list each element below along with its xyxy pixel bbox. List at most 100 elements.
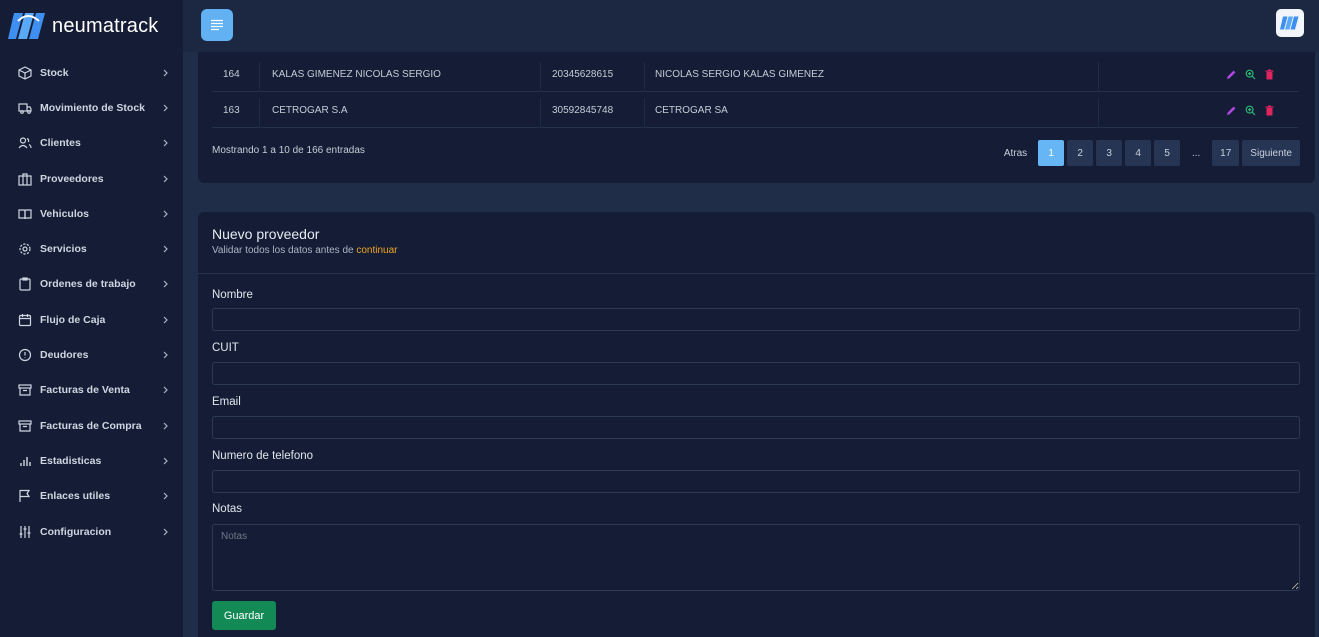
row-contact: CETROGAR SA	[655, 104, 728, 116]
flag-icon	[18, 489, 32, 503]
chevron-right-icon	[161, 280, 169, 288]
cell-divider	[1098, 98, 1099, 128]
chevron-right-icon	[161, 457, 169, 465]
chevron-right-icon	[161, 492, 169, 500]
save-button[interactable]: Guardar	[212, 601, 276, 630]
chevron-right-icon	[161, 386, 169, 394]
cell-divider	[259, 98, 260, 128]
pagination-next[interactable]: Siguiente	[1242, 140, 1300, 166]
sidebar-item-label: Enlaces utiles	[40, 490, 111, 503]
providers-table-card: 164 KALAS GIMENEZ NICOLAS SERGIO 2034562…	[198, 52, 1315, 183]
gear-icon	[18, 242, 32, 256]
row-cuit: 20345628615	[552, 68, 614, 80]
sidebar-item-label: Clientes	[40, 137, 81, 150]
notas-textarea[interactable]	[212, 524, 1300, 591]
sidebar-item-enlaces-utiles[interactable]: Enlaces utiles	[0, 479, 183, 514]
sidebar-item-flujo-de-caja[interactable]: Flujo de Caja	[0, 302, 183, 337]
sidebar-item-label: Facturas de Venta	[40, 384, 130, 397]
avatar[interactable]	[1276, 9, 1304, 37]
neumatrack-logo-icon	[8, 13, 45, 39]
sidebar-item-label: Movimiento de Stock	[40, 101, 146, 114]
sidebar-item-stock[interactable]: Stock	[0, 55, 183, 90]
menu-toggle-button[interactable]	[201, 9, 233, 41]
clipboard-icon	[18, 277, 32, 292]
cell-divider	[644, 62, 645, 92]
chevron-right-icon	[161, 422, 169, 430]
entries-info: Mostrando 1 a 10 de 166 entradas	[212, 145, 365, 156]
cuit-field[interactable]	[212, 362, 1300, 385]
telefono-field[interactable]	[212, 470, 1300, 493]
table-row: 164 KALAS GIMENEZ NICOLAS SERGIO 2034562…	[212, 56, 1298, 92]
pagination-page-4[interactable]: 4	[1125, 140, 1152, 166]
edit-icon[interactable]	[1226, 69, 1237, 80]
nombre-label: Nombre	[212, 289, 253, 301]
cell-divider	[1098, 62, 1099, 92]
chevron-right-icon	[161, 104, 169, 112]
sidebar-item-label: Stock	[40, 66, 69, 79]
form-divider	[198, 273, 1315, 274]
sidebar-item-estadisticas[interactable]: Estadisticas	[0, 443, 183, 478]
sidebar-item-label: Servicios	[40, 243, 87, 256]
email-field[interactable]	[212, 416, 1300, 439]
sidebar-item-deudores[interactable]: Deudores	[0, 337, 183, 372]
sidebar-item-facturas-de-compra[interactable]: Facturas de Compra	[0, 408, 183, 443]
sidebar-item-servicios[interactable]: Servicios	[0, 231, 183, 266]
menu-lines-icon	[211, 19, 223, 31]
sidebar-item-label: Configuracion	[40, 525, 112, 538]
pagination-page-3[interactable]: 3	[1096, 140, 1123, 166]
neumatrack-logo-icon	[1280, 16, 1299, 30]
email-label: Email	[212, 396, 241, 408]
chevron-right-icon	[161, 245, 169, 253]
sidebar-item-clientes[interactable]: Clientes	[0, 126, 183, 161]
sidebar-item-facturas-de-venta[interactable]: Facturas de Venta	[0, 373, 183, 408]
form-subtitle-text: Validar todos los datos antes de	[212, 245, 357, 256]
sidebar-nav: Stock Movimiento de Stock Clientes Prove…	[0, 55, 183, 549]
sidebar-item-ordenes-de-trabajo[interactable]: Ordenes de trabajo	[0, 267, 183, 302]
sidebar: neumatrack Stock Movimiento de Stock Cli…	[0, 0, 183, 637]
sidebar-item-configuracion[interactable]: Configuracion	[0, 514, 183, 549]
row-contact: NICOLAS SERGIO KALAS GIMENEZ	[655, 68, 824, 80]
form-subtitle-highlight: continuar	[356, 245, 398, 256]
sidebar-item-proveedores[interactable]: Proveedores	[0, 161, 183, 196]
sidebar-item-vehiculos[interactable]: Vehiculos	[0, 196, 183, 231]
brand[interactable]: neumatrack	[8, 12, 159, 40]
nombre-field[interactable]	[212, 308, 1300, 331]
pagination-prev[interactable]: Atras	[996, 140, 1035, 166]
chevron-right-icon	[161, 351, 169, 359]
sidebar-item-movimiento-de-stock[interactable]: Movimiento de Stock	[0, 90, 183, 125]
pagination-page-5[interactable]: 5	[1154, 140, 1181, 166]
brand-name: neumatrack	[52, 14, 159, 37]
notas-label: Notas	[212, 503, 243, 515]
pagination-page-2[interactable]: 2	[1067, 140, 1094, 166]
new-provider-form-card: Nuevo proveedor Validar todos los datos …	[198, 212, 1315, 637]
building-icon	[18, 172, 32, 186]
sidebar-item-label: Facturas de Compra	[40, 419, 142, 432]
pagination-page-last[interactable]: 17	[1212, 140, 1240, 166]
chevron-right-icon	[161, 175, 169, 183]
edit-icon[interactable]	[1226, 105, 1237, 116]
pagination-page-1[interactable]: 1	[1038, 140, 1065, 166]
archive-icon	[18, 419, 32, 433]
row-actions	[1226, 92, 1275, 128]
cell-divider	[644, 98, 645, 128]
chevron-right-icon	[161, 139, 169, 147]
cuit-label: CUIT	[212, 342, 239, 354]
cell-divider	[540, 98, 541, 128]
chevron-right-icon	[161, 210, 169, 218]
users-icon	[18, 136, 32, 150]
box-icon	[18, 65, 32, 80]
row-id: 164	[223, 68, 240, 80]
trash-icon[interactable]	[1264, 105, 1275, 116]
zoom-in-icon[interactable]	[1245, 105, 1256, 116]
row-actions	[1226, 56, 1275, 92]
pagination-ellipsis: ...	[1192, 147, 1201, 159]
sidebar-item-label: Vehiculos	[40, 207, 90, 220]
row-cuit: 30592845748	[552, 104, 614, 116]
zoom-in-icon[interactable]	[1245, 69, 1256, 80]
trash-icon[interactable]	[1264, 69, 1275, 80]
telefono-label: Numero de telefono	[212, 450, 314, 462]
pagination: Atras 1 2 3 4 5 ... 17 Siguiente	[996, 140, 1300, 166]
sidebar-item-label: Estadisticas	[40, 454, 102, 467]
row-name: KALAS GIMENEZ NICOLAS SERGIO	[272, 68, 441, 80]
alert-circle-icon	[18, 348, 32, 362]
